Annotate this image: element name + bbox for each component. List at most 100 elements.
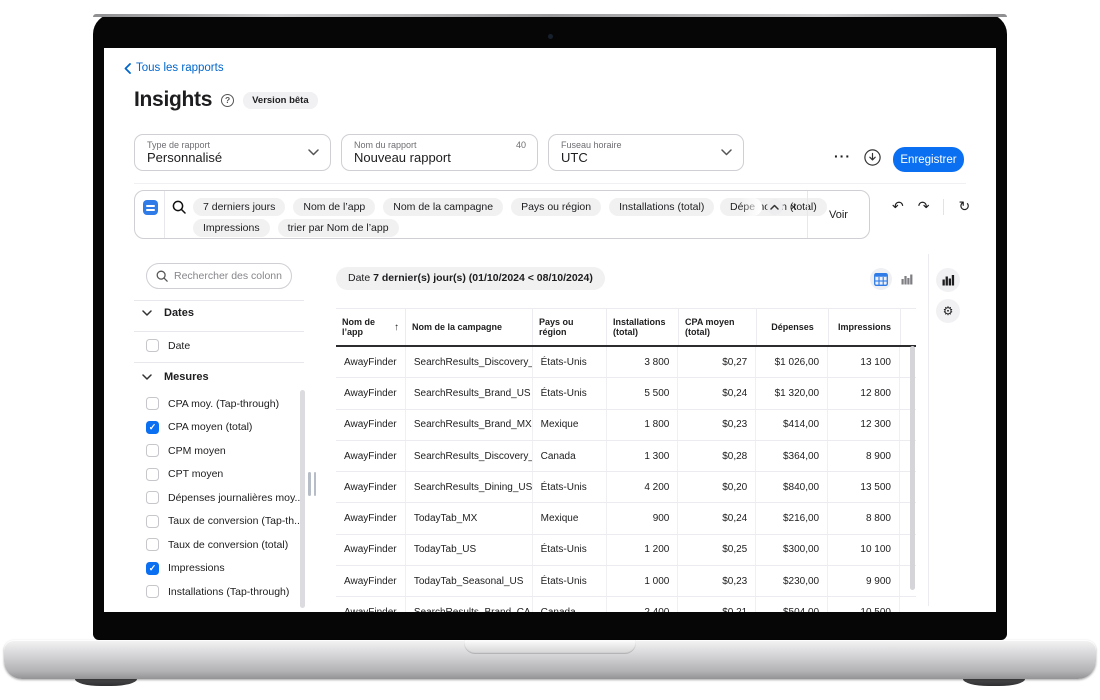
beta-badge: Version bêta [243, 91, 318, 109]
timezone-select[interactable]: Fuseau horaire UTC [548, 134, 744, 171]
cell-impressions: 12 300 [828, 409, 900, 440]
cell-installs: 900 [607, 503, 679, 534]
cell-cpa: $0,24 [678, 503, 757, 534]
cell-spend: $230,00 [756, 566, 829, 597]
column-header-cpa[interactable]: CPA moyen (total) [679, 309, 757, 345]
filter-list-icon[interactable] [143, 200, 158, 215]
filter-chip[interactable]: 7 derniers jours [193, 198, 286, 216]
chevron-up-icon[interactable] [766, 199, 783, 215]
checkbox-label: Taux de conversion (total) [168, 538, 289, 551]
column-checkbox-item[interactable]: Taux de conversion (total) [146, 533, 304, 557]
cell-app: AwayFinder [336, 534, 406, 566]
column-checkbox-item[interactable]: CPA moy. (Tap-through) [146, 392, 304, 416]
sort-asc-icon[interactable]: ↑ [394, 322, 399, 333]
checkbox[interactable] [146, 491, 159, 505]
column-checkbox-item[interactable]: Dépenses journalières moy... [146, 486, 304, 510]
checkbox-label: CPA moy. (Tap-through) [168, 397, 280, 410]
checkbox[interactable] [146, 339, 159, 353]
column-checkbox-item[interactable]: Taux de conversion (Tap-th... [146, 510, 304, 534]
filter-chip[interactable]: Installations (total) [609, 198, 715, 216]
overflow-chip-group: Dépe × [719, 198, 799, 216]
cell-app: AwayFinder [336, 409, 406, 440]
cell-campaign: SearchResults_Discovery_CA [406, 440, 533, 472]
filter-chip-overflow[interactable]: Dépe [719, 198, 762, 216]
checkbox[interactable] [146, 585, 159, 599]
checkbox[interactable] [146, 561, 159, 575]
cell-campaign: SearchResults_Brand_CA [406, 597, 533, 612]
column-header-campaign[interactable]: Nom de la campagne [406, 309, 533, 345]
filter-chip[interactable]: Nom de la campagne [383, 198, 504, 216]
cell-impressions: 8 900 [828, 440, 900, 472]
column-search[interactable] [146, 263, 292, 289]
column-header-app[interactable]: Nom de l’app ↑ [336, 309, 406, 345]
laptop-base [4, 640, 1096, 679]
column-header-spend[interactable]: Dépenses [757, 309, 829, 345]
column-checkbox-item[interactable]: Installations (Tap-through) [146, 580, 304, 604]
filter-chip[interactable]: Impressions [193, 219, 270, 237]
table-row: AwayFinder SearchResults_Brand_US États-… [336, 378, 916, 410]
checkbox[interactable] [146, 444, 159, 458]
cell-campaign: SearchResults_Dining_US [406, 472, 533, 503]
cell-cpa: $0,27 [678, 347, 757, 378]
cell-cpa: $0,21 [678, 597, 757, 612]
search-icon[interactable] [172, 200, 186, 214]
cell-impressions: 9 900 [828, 566, 900, 597]
chevron-down-icon [721, 148, 732, 156]
cell-app: AwayFinder [336, 566, 406, 597]
undo-icon[interactable]: ↶ [892, 198, 904, 215]
table-row: AwayFinder SearchResults_Brand_CA Canada… [336, 597, 916, 612]
column-checkbox-item[interactable]: Date [146, 334, 304, 358]
column-search-input[interactable] [174, 270, 282, 282]
cell-cpa: $0,28 [678, 440, 757, 472]
checkbox[interactable] [146, 514, 159, 528]
report-name-field[interactable]: Nom du rapport Nouveau rapport 40 [341, 134, 538, 171]
section-dates-header[interactable]: Dates [142, 307, 194, 319]
column-header-spacer [901, 309, 916, 345]
view-button[interactable]: Voir [807, 191, 869, 238]
column-checkbox-item[interactable]: Impressions [146, 557, 304, 581]
more-options-button[interactable]: ··· [834, 148, 851, 164]
filter-chip[interactable]: trier par Nom de l’app [277, 219, 399, 237]
column-checkbox-item[interactable]: CPT moyen [146, 463, 304, 487]
checkbox[interactable] [146, 397, 159, 411]
checkbox[interactable] [146, 420, 159, 434]
divider [134, 331, 304, 332]
insights-chart-icon[interactable] [936, 268, 960, 292]
table-scrollbar[interactable] [910, 346, 915, 590]
checkbox[interactable] [146, 467, 159, 481]
redo-icon[interactable]: ↷ [918, 198, 930, 215]
divider [134, 300, 304, 301]
cell-region: États-Unis [533, 566, 607, 597]
column-header-installs[interactable]: Installations (total) [607, 309, 679, 345]
chevron-down-icon [142, 310, 152, 316]
table-view-icon[interactable] [870, 268, 892, 290]
close-icon[interactable]: × [788, 200, 799, 214]
gear-icon[interactable]: ⚙ [936, 299, 960, 323]
page-title: Insights [134, 88, 213, 111]
save-button[interactable]: Enregistrer [893, 147, 964, 172]
panel-resize-handle[interactable] [308, 472, 317, 496]
column-checkbox-item[interactable]: CPA moyen (total) [146, 416, 304, 440]
report-type-select[interactable]: Type de rapport Personnalisé [134, 134, 331, 171]
cell-spend: $1 320,00 [756, 378, 829, 409]
column-checkbox-item[interactable]: CPM moyen [146, 439, 304, 463]
checkbox-label: Date [168, 339, 191, 352]
reset-icon[interactable]: ↻ [958, 198, 970, 215]
section-measures-header[interactable]: Mesures [142, 371, 209, 383]
measures-items: CPA moy. (Tap-through) CPA moyen (total)… [146, 392, 304, 604]
help-icon[interactable]: ? [221, 93, 235, 107]
cell-app: AwayFinder [336, 472, 406, 503]
cell-region: États-Unis [533, 534, 607, 566]
cell-app: AwayFinder [336, 440, 406, 472]
column-header-impressions[interactable]: Impressions [829, 309, 901, 345]
sidebar-scrollbar[interactable] [300, 390, 305, 608]
filter-chip[interactable]: Nom de l’app [293, 198, 376, 216]
chart-view-icon[interactable] [896, 268, 918, 290]
download-icon[interactable] [864, 149, 881, 166]
filter-chip[interactable]: Pays ou région [511, 198, 602, 216]
back-to-reports-link[interactable]: Tous les rapports [124, 62, 224, 74]
table-row: AwayFinder TodayTab_Seasonal_US États-Un… [336, 566, 916, 598]
date-range-chip[interactable]: Date 7 dernier(s) jour(s) (01/10/2024 < … [336, 267, 605, 290]
checkbox[interactable] [146, 538, 159, 552]
column-header-region[interactable]: Pays ou région [533, 309, 607, 345]
